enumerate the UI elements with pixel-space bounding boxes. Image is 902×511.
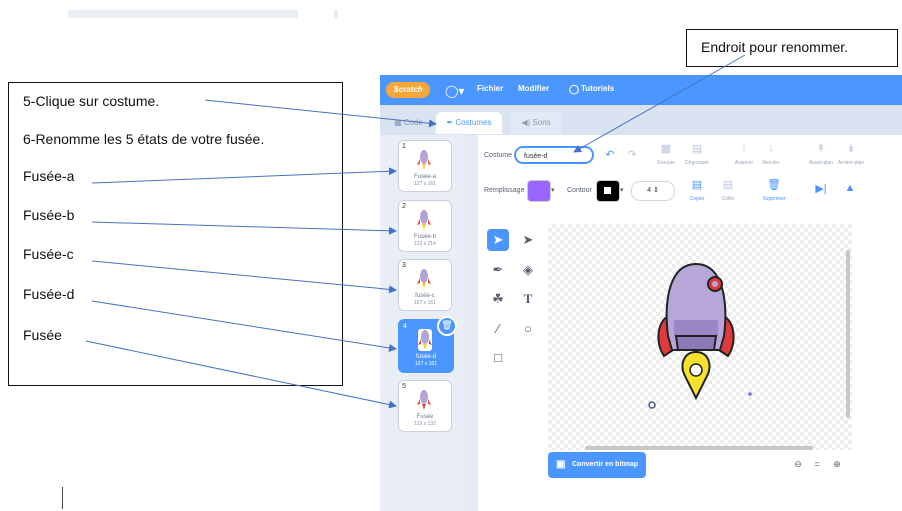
arrow-to-costume-5 bbox=[85, 340, 397, 409]
arrow-to-costumes-tab bbox=[204, 99, 437, 128]
arrow-to-costume-1 bbox=[91, 167, 397, 184]
arrow-to-costume-name-input bbox=[573, 54, 746, 153]
annotation-arrows bbox=[85, 54, 746, 409]
arrow-to-costume-2 bbox=[91, 221, 397, 235]
arrow-to-costume-4 bbox=[91, 300, 397, 352]
arrow-to-costume-3 bbox=[91, 260, 397, 294]
